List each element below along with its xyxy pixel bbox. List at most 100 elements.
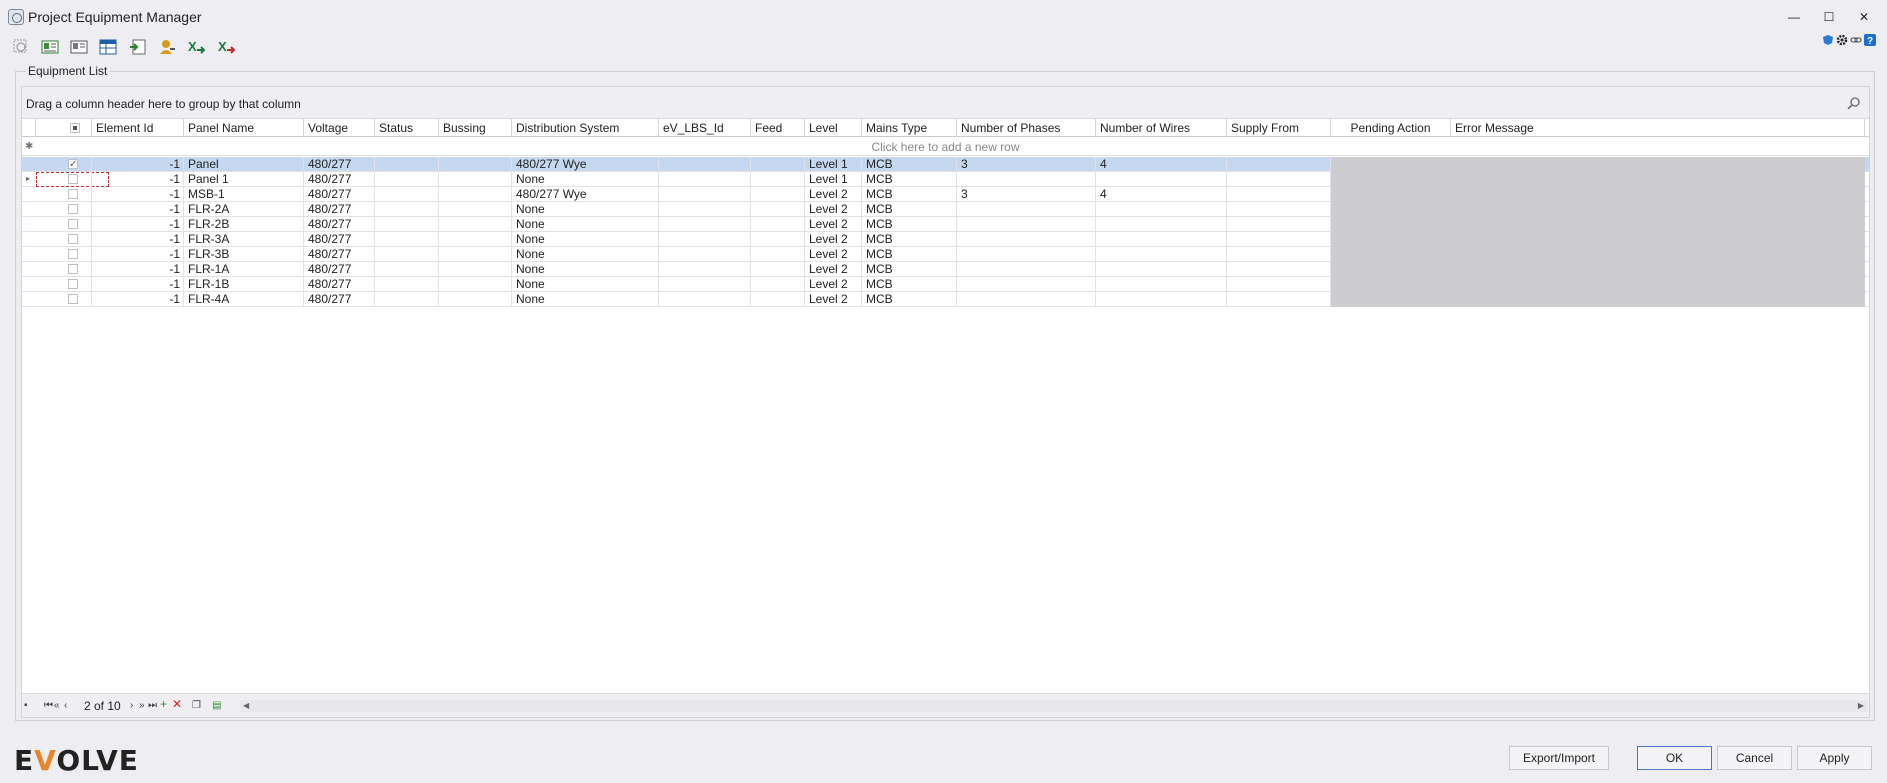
cell-distribution-system[interactable]: None	[512, 232, 659, 247]
cell-ev-lbs-id[interactable]	[659, 277, 751, 292]
cell-ev-lbs-id[interactable]	[659, 262, 751, 277]
excel-export-icon[interactable]: X	[217, 38, 235, 56]
cell-element-id[interactable]: -1	[92, 232, 184, 247]
cell-mains-type[interactable]: MCB	[862, 157, 957, 172]
cell-number-of-phases[interactable]	[957, 277, 1096, 292]
cell-voltage[interactable]: 480/277	[304, 172, 375, 187]
cell-feed[interactable]	[751, 247, 805, 262]
cell-voltage[interactable]: 480/277	[304, 187, 375, 202]
cell-level[interactable]: Level 1	[805, 157, 862, 172]
cell-mains-type[interactable]: MCB	[862, 232, 957, 247]
cell-element-id[interactable]: -1	[92, 172, 184, 187]
cell-bussing[interactable]	[439, 262, 512, 277]
cell-error-message[interactable]	[1451, 202, 1865, 217]
cell-level[interactable]: Level 2	[805, 292, 862, 307]
cell-bussing[interactable]	[439, 202, 512, 217]
add-record-icon[interactable]: +	[160, 698, 167, 710]
cell-checkbox[interactable]	[36, 217, 92, 232]
cell-distribution-system[interactable]: 480/277 Wye	[512, 157, 659, 172]
cell-ev-lbs-id[interactable]	[659, 187, 751, 202]
column-header-pending-action[interactable]: Pending Action	[1331, 119, 1451, 137]
cell-number-of-phases[interactable]	[957, 247, 1096, 262]
cell-ev-lbs-id[interactable]	[659, 172, 751, 187]
cell-mains-type[interactable]: MCB	[862, 172, 957, 187]
maximize-button[interactable]: ☐	[1815, 6, 1843, 28]
search-icon[interactable]	[1847, 96, 1861, 110]
cell-error-message[interactable]	[1451, 292, 1865, 307]
next-page-icon[interactable]: »	[139, 700, 145, 712]
cell-number-of-phases[interactable]	[957, 172, 1096, 187]
new-row[interactable]: ✱ Click here to add a new row	[22, 138, 1869, 156]
table-icon[interactable]	[99, 38, 117, 56]
cell-feed[interactable]	[751, 262, 805, 277]
cell-bussing[interactable]	[439, 187, 512, 202]
cell-checkbox[interactable]	[36, 187, 92, 202]
cell-checkbox[interactable]	[36, 157, 92, 172]
cell-supply-from[interactable]	[1227, 187, 1331, 202]
minimize-button[interactable]: —	[1780, 6, 1808, 28]
cell-number-of-wires[interactable]	[1096, 262, 1227, 277]
cell-status[interactable]	[375, 262, 439, 277]
cell-voltage[interactable]: 480/277	[304, 202, 375, 217]
cell-checkbox[interactable]	[36, 262, 92, 277]
cell-supply-from[interactable]	[1227, 292, 1331, 307]
cell-voltage[interactable]: 480/277	[304, 262, 375, 277]
cell-supply-from[interactable]	[1227, 172, 1331, 187]
cell-ev-lbs-id[interactable]	[659, 157, 751, 172]
cell-panel-name[interactable]: FLR-4A	[184, 292, 304, 307]
save-icon[interactable]: ▪	[24, 700, 28, 712]
table-row[interactable]: -1 MSB-1 480/277 480/277 Wye Level 2 MCB 3 4	[22, 187, 1869, 202]
cell-number-of-phases[interactable]	[957, 202, 1096, 217]
cell-supply-from[interactable]	[1227, 262, 1331, 277]
cell-supply-from[interactable]	[1227, 157, 1331, 172]
row-checkbox[interactable]	[68, 157, 78, 172]
cell-number-of-wires[interactable]	[1096, 292, 1227, 307]
cell-mains-type[interactable]: MCB	[862, 277, 957, 292]
cell-number-of-wires[interactable]: 4	[1096, 187, 1227, 202]
cell-element-id[interactable]: -1	[92, 262, 184, 277]
cell-number-of-phases[interactable]	[957, 217, 1096, 232]
delete-record-icon[interactable]: ✕	[172, 698, 182, 710]
table-row[interactable]: -1 FLR-4A 480/277 None Level 2 MCB	[22, 292, 1869, 307]
column-header-supply-from[interactable]: Supply From	[1227, 119, 1331, 137]
cell-checkbox[interactable]	[36, 292, 92, 307]
cell-panel-name[interactable]: FLR-1A	[184, 262, 304, 277]
cell-number-of-phases[interactable]	[957, 292, 1096, 307]
cell-supply-from[interactable]	[1227, 217, 1331, 232]
table-row[interactable]: -1Panel480/277 480/277 Wye Level 1MCB34	[22, 157, 1869, 172]
last-record-icon[interactable]: ⏭	[148, 700, 157, 712]
cell-supply-from[interactable]	[1227, 277, 1331, 292]
cell-bussing[interactable]	[439, 277, 512, 292]
cell-distribution-system[interactable]: None	[512, 172, 659, 187]
cell-ev-lbs-id[interactable]	[659, 232, 751, 247]
table-row[interactable]: -1 FLR-1B 480/277 None Level 2 MCB	[22, 277, 1869, 292]
cell-panel-name[interactable]: FLR-3B	[184, 247, 304, 262]
cell-element-id[interactable]: -1	[92, 292, 184, 307]
cell-distribution-system[interactable]: None	[512, 262, 659, 277]
cell-mains-type[interactable]: MCB	[862, 247, 957, 262]
cell-error-message[interactable]	[1451, 157, 1865, 172]
cell-bussing[interactable]	[439, 157, 512, 172]
cell-checkbox[interactable]	[36, 277, 92, 292]
cell-error-message[interactable]	[1451, 247, 1865, 262]
row-checkbox[interactable]	[68, 249, 78, 259]
cell-mains-type[interactable]: MCB	[862, 202, 957, 217]
cell-level[interactable]: Level 2	[805, 202, 862, 217]
scroll-right-icon[interactable]: ▶	[1858, 700, 1864, 712]
group-by-panel[interactable]: Drag a column header here to group by th…	[22, 87, 1869, 119]
key-user-icon[interactable]	[158, 38, 176, 56]
cell-number-of-phases[interactable]: 3	[957, 187, 1096, 202]
cell-distribution-system[interactable]: None	[512, 202, 659, 217]
cell-level[interactable]: Level 2	[805, 262, 862, 277]
cell-ev-lbs-id[interactable]	[659, 202, 751, 217]
cell-level[interactable]: Level 1	[805, 172, 862, 187]
horizontal-scrollbar[interactable]: ◀ ▶	[240, 700, 1867, 712]
cell-status[interactable]	[375, 247, 439, 262]
cell-element-id[interactable]: -1	[92, 157, 184, 172]
cell-level[interactable]: Level 2	[805, 232, 862, 247]
excel-import-icon[interactable]: X	[187, 38, 205, 56]
cell-mains-type[interactable]: MCB	[862, 187, 957, 202]
cell-pending-action[interactable]	[1331, 217, 1451, 232]
cell-bussing[interactable]	[439, 247, 512, 262]
cell-level[interactable]: Level 2	[805, 247, 862, 262]
